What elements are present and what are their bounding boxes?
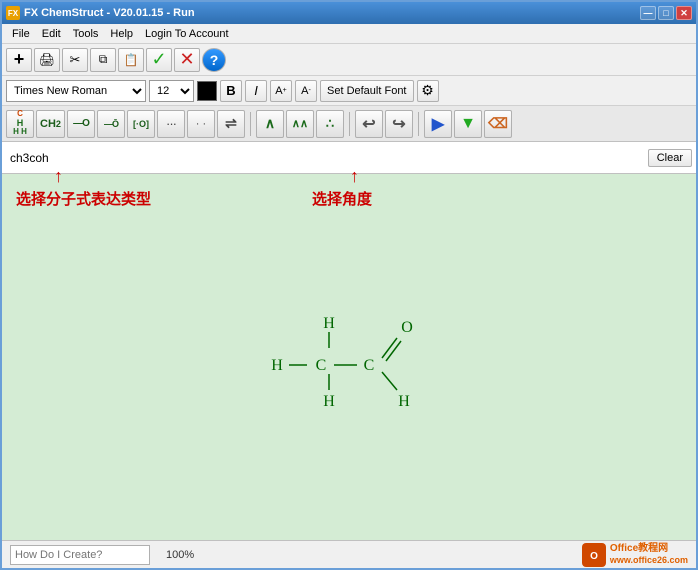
ch2-button[interactable]: CH2 <box>36 110 65 138</box>
subscript-button[interactable]: A- <box>295 80 317 102</box>
toolbar3: C H H H CH2 —O —Ō [·O] ··· · · ⇌ ∧ ∧∧ ∴ … <box>2 106 696 142</box>
close-button[interactable]: ✕ <box>676 6 692 20</box>
toolbar1: + 🖨 ✂ ⧉ 📋 ✓ ✕ ? <box>2 44 696 76</box>
down-button[interactable]: ▼ <box>454 110 482 138</box>
print-button[interactable]: 🖨 <box>34 48 60 72</box>
svg-text:H: H <box>271 357 283 374</box>
separator1 <box>250 112 251 136</box>
office-text-label: Office教程网 www.office26.com <box>610 543 688 566</box>
separator2 <box>349 112 350 136</box>
maximize-button[interactable]: □ <box>658 6 674 20</box>
chemical-structure: H H C C H O H <box>239 290 459 450</box>
dots-button[interactable]: ··· <box>157 110 185 138</box>
copy-button[interactable]: ⧉ <box>90 48 116 72</box>
forward-button[interactable]: ▶ <box>424 110 452 138</box>
office-badge: O Office教程网 www.office26.com <box>582 543 688 567</box>
window-title: FX ChemStruct - V20.01.15 - Run <box>24 7 195 19</box>
minimize-button[interactable]: — <box>640 6 656 20</box>
eraser-button[interactable]: ⌫ <box>484 110 512 138</box>
settings-button[interactable]: ⚙ <box>417 80 439 102</box>
zoom-level: 100% <box>166 549 194 561</box>
dots2-button[interactable]: · · <box>187 110 215 138</box>
chem-input[interactable] <box>6 146 648 170</box>
annotation-arrow1-icon: ↑ <box>54 166 63 187</box>
ch-button[interactable]: C H H H <box>6 110 34 138</box>
bond-o-up-button[interactable]: —Ō <box>97 110 125 138</box>
app-icon: FX <box>6 6 20 20</box>
svg-text:O: O <box>401 319 413 336</box>
annotation-arrow2-icon: ↑ <box>350 166 359 187</box>
canvas-area: H H C C H O H <box>2 216 696 540</box>
undo-button[interactable]: ↩ <box>355 110 383 138</box>
title-bar: FX FX ChemStruct - V20.01.15 - Run — □ ✕ <box>2 2 696 24</box>
menu-help[interactable]: Help <box>104 26 139 42</box>
office-icon: O <box>582 543 606 567</box>
separator3 <box>418 112 419 136</box>
confirm-button[interactable]: ✓ <box>146 48 172 72</box>
svg-text:O: O <box>590 551 598 562</box>
how-create-input[interactable] <box>10 545 150 565</box>
font-name-select[interactable]: Times New Roman <box>6 80 146 102</box>
svg-text:C: C <box>316 357 327 374</box>
superscript-button[interactable]: A+ <box>270 80 292 102</box>
paste-button[interactable]: 📋 <box>118 48 144 72</box>
peak2-button[interactable]: ∧∧ <box>286 110 314 138</box>
bold-button[interactable]: B <box>220 80 242 102</box>
menu-tools[interactable]: Tools <box>67 26 105 42</box>
input-area: Clear <box>2 142 696 174</box>
status-bar: 100% O Office教程网 www.office26.com <box>2 540 696 568</box>
toolbar2: Times New Roman 12 B I A+ A- Set Default… <box>2 76 696 106</box>
double-arrow-button[interactable]: ⇌ <box>217 110 245 138</box>
add-button[interactable]: + <box>6 48 32 72</box>
svg-text:H: H <box>323 393 335 410</box>
app-window: FX FX ChemStruct - V20.01.15 - Run — □ ✕… <box>0 0 698 570</box>
annotation-label2: 选择角度 <box>312 188 372 209</box>
svg-text:H: H <box>323 315 335 332</box>
title-buttons: — □ ✕ <box>640 6 692 20</box>
menu-bar: File Edit Tools Help Login To Account <box>2 24 696 44</box>
bond-o-button[interactable]: —O <box>67 110 95 138</box>
clear-button[interactable]: Clear <box>648 149 692 167</box>
menu-file[interactable]: File <box>6 26 36 42</box>
svg-text:H: H <box>398 393 410 410</box>
font-size-select[interactable]: 12 <box>149 80 194 102</box>
set-default-font-button[interactable]: Set Default Font <box>320 80 414 102</box>
help-button[interactable]: ? <box>202 48 226 72</box>
menu-edit[interactable]: Edit <box>36 26 67 42</box>
svg-text:C: C <box>364 357 375 374</box>
italic-button[interactable]: I <box>245 80 267 102</box>
redo-button[interactable]: ↪ <box>385 110 413 138</box>
dots3-button[interactable]: ∴ <box>316 110 344 138</box>
color-picker[interactable] <box>197 81 217 101</box>
menu-login[interactable]: Login To Account <box>139 26 235 42</box>
cancel-button[interactable]: ✕ <box>174 48 200 72</box>
annotation-label1: 选择分子式表达类型 <box>16 188 151 209</box>
bond-o-bracket-button[interactable]: [·O] <box>127 110 155 138</box>
annotation-area: ↑ ↑ 选择分子式表达类型 选择角度 <box>2 174 696 216</box>
peak1-button[interactable]: ∧ <box>256 110 284 138</box>
title-bar-left: FX FX ChemStruct - V20.01.15 - Run <box>6 6 195 20</box>
cut-button[interactable]: ✂ <box>62 48 88 72</box>
